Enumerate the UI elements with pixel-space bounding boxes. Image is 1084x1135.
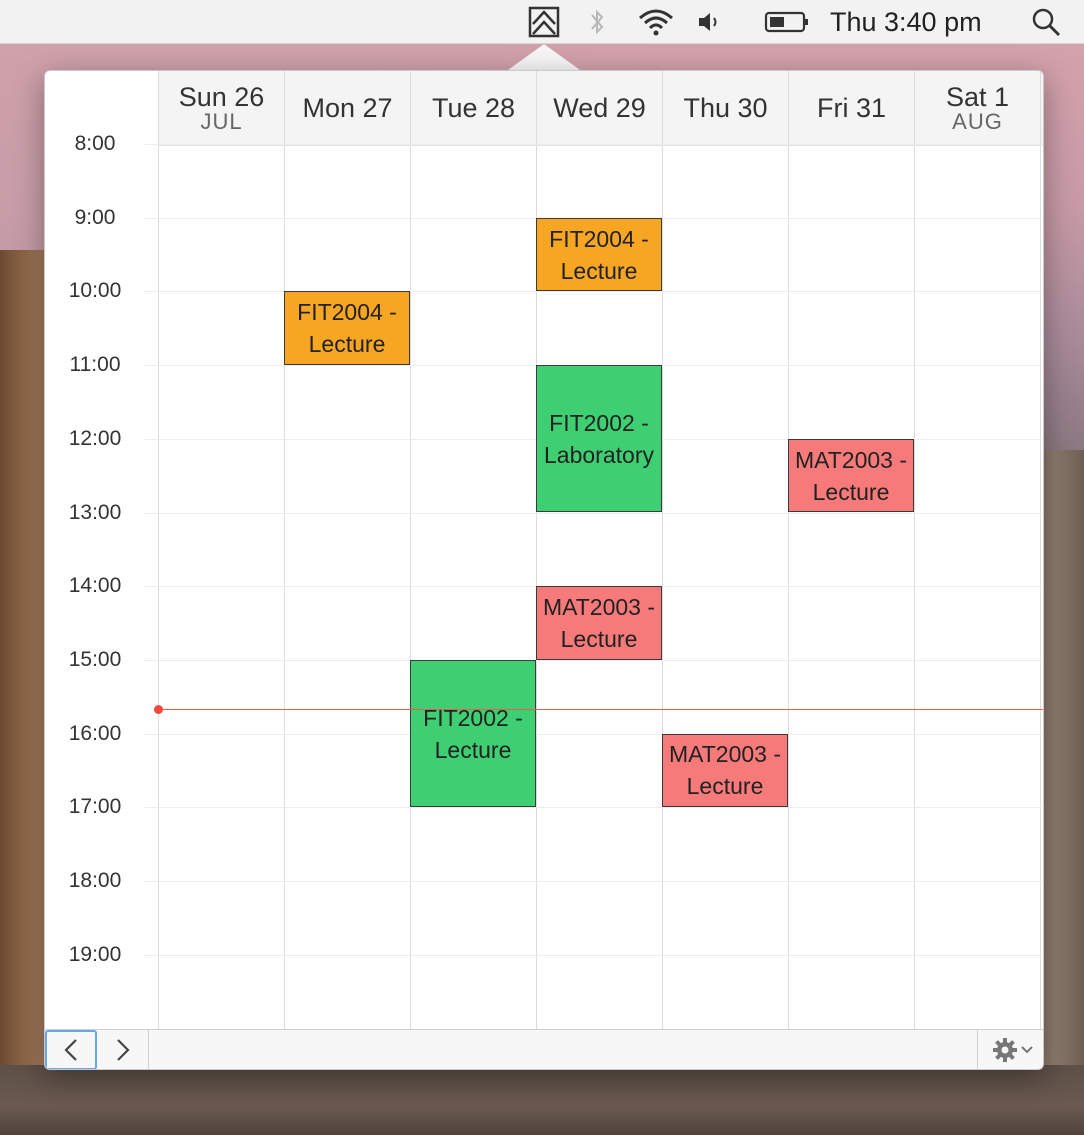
battery-icon[interactable] xyxy=(763,0,811,44)
hour-label: 15:00 xyxy=(68,647,122,671)
hour-label: 18:00 xyxy=(68,869,122,892)
hour-gridline xyxy=(144,512,1043,514)
hour-label: 16:00 xyxy=(68,721,122,745)
settings-menu-button[interactable] xyxy=(977,1030,1043,1069)
gear-icon xyxy=(992,1038,1017,1062)
hour-gridline xyxy=(144,881,1043,882)
hour-label: 11:00 xyxy=(69,353,121,377)
hour-label: 13:00 xyxy=(68,500,122,524)
hour-gridline xyxy=(144,733,1043,735)
hour-label: 10:00 xyxy=(68,279,122,303)
day-header[interactable]: Thu 30 xyxy=(662,71,788,145)
day-header[interactable]: Sat 1 AUG xyxy=(914,71,1040,145)
popover-arrow xyxy=(508,44,580,70)
calendar-event[interactable]: FIT2004 - Lecture xyxy=(284,291,410,366)
previous-week-button[interactable] xyxy=(45,1030,97,1069)
chevron-down-icon xyxy=(1020,1046,1033,1054)
day-column-divider xyxy=(284,71,285,1029)
day-name: Wed 29 xyxy=(553,93,646,123)
hour-gridline xyxy=(144,144,1043,145)
calendar-toolbar xyxy=(45,1029,1043,1069)
day-name: Sun 26 xyxy=(178,82,265,112)
day-column-divider xyxy=(410,71,411,1029)
hour-label: 19:00 xyxy=(68,942,122,966)
calendar-event[interactable]: FIT2002 - Laboratory xyxy=(536,365,662,513)
chevron-left-icon xyxy=(64,1039,77,1061)
day-name: Tue 28 xyxy=(431,93,516,123)
current-time-line xyxy=(158,709,1043,711)
current-time-dot xyxy=(154,705,163,715)
hour-gridline xyxy=(144,954,1043,956)
day-header[interactable]: Mon 27 xyxy=(284,71,410,145)
wifi-icon[interactable] xyxy=(636,0,676,44)
day-header[interactable]: Sun 26 JUL xyxy=(158,71,284,145)
day-header[interactable]: Tue 28 xyxy=(410,71,536,145)
chevron-right-icon xyxy=(116,1039,130,1061)
hour-label: 8:00 xyxy=(74,132,116,155)
calendar-event[interactable]: FIT2002 - Lecture xyxy=(410,659,536,808)
day-column-divider xyxy=(158,71,159,1029)
day-column-divider xyxy=(914,71,915,1029)
day-month: JUL xyxy=(200,109,243,134)
calendar-event[interactable]: FIT2004 - Lecture xyxy=(536,217,662,292)
hour-label: 14:00 xyxy=(68,574,122,598)
hour-label: 9:00 xyxy=(74,205,116,229)
hour-label: 12:00 xyxy=(68,426,122,450)
day-header[interactable]: Fri 31 xyxy=(788,71,914,145)
day-name: Sat 1 xyxy=(945,82,1010,112)
day-name: Fri 31 xyxy=(816,93,887,123)
day-column-divider xyxy=(662,71,663,1029)
day-header-row: Sun 26 JUL Mon 27 Tue 28 Wed 29 Thu 30 F… xyxy=(158,71,1043,146)
calendar-popover: Sun 26 JUL Mon 27 Tue 28 Wed 29 Thu 30 F… xyxy=(44,70,1044,1070)
volume-icon[interactable] xyxy=(695,0,725,44)
calendar-event[interactable]: MAT2003 - Lecture xyxy=(788,438,914,513)
hour-label: 17:00 xyxy=(68,795,122,819)
menu-clock[interactable]: Thu 3:40 pm xyxy=(830,0,1002,44)
day-name: Thu 30 xyxy=(683,93,768,123)
day-name: Mon 27 xyxy=(302,93,393,123)
day-header[interactable]: Wed 29 xyxy=(536,71,662,145)
day-column-divider xyxy=(1040,71,1041,1029)
day-month: AUG xyxy=(952,109,1003,134)
hour-gridline xyxy=(144,659,1043,661)
day-column-divider xyxy=(536,71,537,1029)
calendar-app-icon[interactable] xyxy=(526,0,562,44)
calendar-event[interactable]: MAT2003 - Lecture xyxy=(536,586,662,660)
bluetooth-icon[interactable] xyxy=(586,0,608,44)
next-week-button[interactable] xyxy=(97,1030,149,1069)
menu-bar: Thu 3:40 pm xyxy=(0,0,1084,44)
desktop-rock-bottom xyxy=(0,1065,1084,1135)
hour-gridline xyxy=(144,291,1043,293)
hour-gridline xyxy=(144,807,1043,809)
calendar-event[interactable]: MAT2003 - Lecture xyxy=(662,733,788,808)
day-column-divider xyxy=(788,71,789,1029)
search-icon[interactable] xyxy=(1028,0,1064,44)
